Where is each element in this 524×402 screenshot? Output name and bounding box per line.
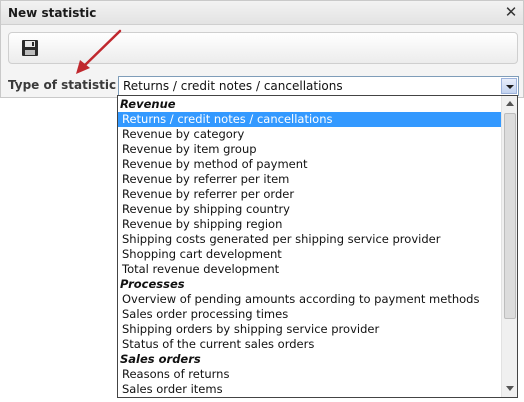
option-item[interactable]: Reasons of returns xyxy=(118,367,501,382)
option-item[interactable]: Revenue by method of payment xyxy=(118,157,501,172)
option-group-header: Sales orders xyxy=(120,352,201,366)
option-item[interactable]: Revenue by shipping region xyxy=(118,217,501,232)
option-item[interactable]: Shipping orders by shipping service prov… xyxy=(118,322,501,337)
dialog-titlebar: New statistic ✕ xyxy=(1,1,523,25)
option-group-header: Revenue xyxy=(120,97,176,111)
chevron-down-icon[interactable] xyxy=(501,78,517,94)
dialog-title: New statistic xyxy=(8,6,97,20)
option-item[interactable]: Revenue by referrer per item xyxy=(118,172,501,187)
dialog-toolbar xyxy=(8,32,518,64)
option-item[interactable]: Overview of pending amounts according to… xyxy=(118,292,501,307)
option-item[interactable]: Sales order processing times xyxy=(118,307,501,322)
dropdown-scrollbar[interactable] xyxy=(501,96,517,397)
select-current-value: Returns / credit notes / cancellations xyxy=(123,79,343,93)
save-button[interactable] xyxy=(21,39,39,57)
option-item[interactable]: Total revenue development xyxy=(118,262,501,277)
option-item[interactable]: Sales order items xyxy=(118,382,501,397)
option-item[interactable]: Revenue by referrer per order xyxy=(118,187,501,202)
option-item[interactable]: Revenue by category xyxy=(118,127,501,142)
option-item[interactable]: Revenue by item group xyxy=(118,142,501,157)
close-icon[interactable]: ✕ xyxy=(503,4,519,20)
type-of-statistic-select[interactable]: Returns / credit notes / cancellations xyxy=(118,76,519,96)
type-of-statistic-label: Type of statistic xyxy=(8,78,117,92)
statistic-type-dropdown-list[interactable]: Revenue Returns / credit notes / cancella… xyxy=(117,95,518,398)
floppy-disk-save-icon xyxy=(22,40,38,56)
option-item[interactable]: Shipping costs generated per shipping se… xyxy=(118,232,501,247)
option-item[interactable]: Revenue by shipping country xyxy=(118,202,501,217)
dropdown-options: Revenue Returns / credit notes / cancella… xyxy=(118,97,501,397)
scroll-up-arrow-icon[interactable] xyxy=(503,97,517,111)
option-group-header: Processes xyxy=(120,277,185,291)
option-item[interactable]: Shopping cart development xyxy=(118,247,501,262)
new-statistic-dialog: New statistic ✕ Type of statistic Return… xyxy=(0,0,524,98)
scroll-down-arrow-icon[interactable] xyxy=(503,382,517,396)
option-item[interactable]: Returns / credit notes / cancellations xyxy=(118,112,501,127)
option-item[interactable]: Status of the current sales orders xyxy=(118,337,501,352)
scrollbar-thumb[interactable] xyxy=(504,113,516,319)
